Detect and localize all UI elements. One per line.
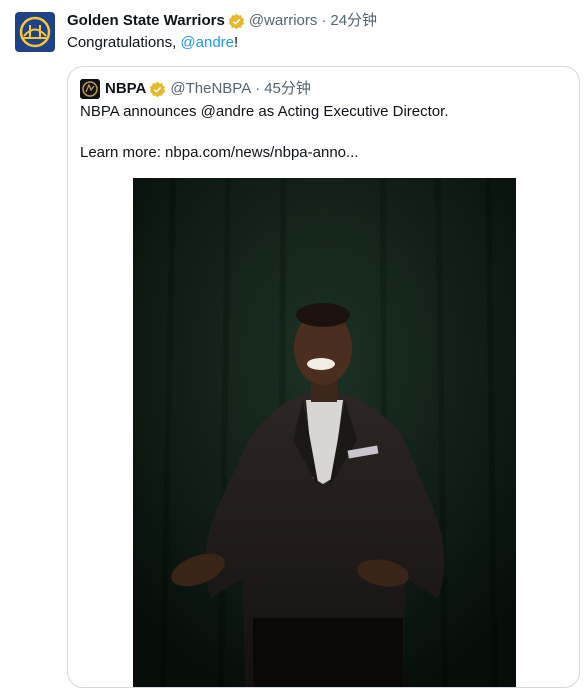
verified-badge-icon[interactable] [228,13,245,30]
quote-author-handle[interactable]: @TheNBPA [170,79,251,99]
tweet-header: Golden State Warriors @warriors · 24分钟 [67,11,377,31]
nbpa-logo-icon [80,79,100,99]
warriors-avatar[interactable] [15,12,55,52]
verified-badge-icon[interactable] [149,81,166,98]
author-handle[interactable]: @warriors [249,11,318,31]
author-name[interactable]: Golden State Warriors [67,11,225,31]
tweet-text-prefix: Congratulations, [67,34,181,51]
nbpa-avatar[interactable] [80,79,100,99]
quote-text-line1: NBPA announces @andre as Acting Executiv… [80,103,449,120]
tweet-text-suffix: ! [234,34,239,51]
mention-link[interactable]: @andre [180,34,234,51]
warriors-bridge-logo-icon [19,16,51,48]
quote-author-name[interactable]: NBPA [105,79,146,99]
tweet-text: Congratulations, @andre! [67,33,238,53]
header-separator: · [321,12,327,29]
quote-photo[interactable] [133,178,516,687]
quote-header-separator: · [255,80,261,97]
quote-tweet-card[interactable]: NBPA @TheNBPA · 45分钟 NBPA announces @and… [67,66,580,688]
portrait-image [133,178,516,687]
quote-text-line2: Learn more: nbpa.com/news/nbpa-anno... [80,144,359,161]
tweet-timestamp[interactable]: 24分钟 [330,11,377,31]
quote-header: NBPA @TheNBPA · 45分钟 [105,79,311,99]
quote-timestamp[interactable]: 45分钟 [264,79,311,99]
